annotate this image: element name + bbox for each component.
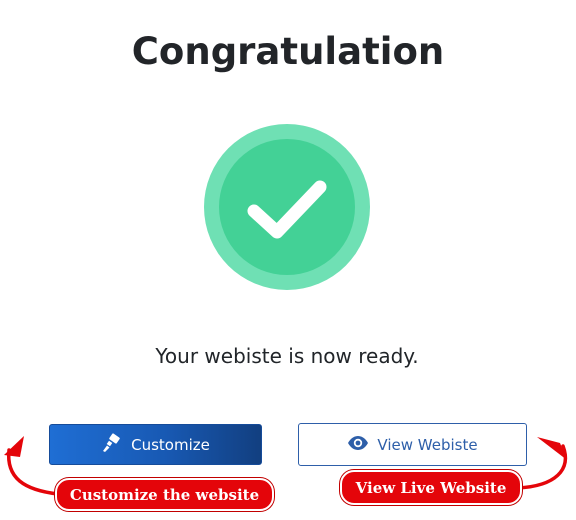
customize-button-label: Customize <box>131 435 210 454</box>
customize-annotation-label: Customize the website <box>55 478 274 511</box>
check-circle-icon <box>204 124 370 290</box>
paint-brush-icon <box>101 432 131 457</box>
view-annotation-label: View Live Website <box>340 470 522 505</box>
eye-icon <box>347 435 377 455</box>
left-arrow-head <box>4 436 24 457</box>
success-card: Congratulation Your webiste is now ready… <box>0 0 576 520</box>
view-website-button-label: View Webiste <box>377 435 478 454</box>
view-website-button[interactable]: View Webiste <box>298 423 527 466</box>
right-arrow-head <box>537 437 567 460</box>
page-title: Congratulation <box>131 30 445 73</box>
customize-button[interactable]: Customize <box>49 424 262 465</box>
ready-message: Your webiste is now ready. <box>155 344 419 368</box>
